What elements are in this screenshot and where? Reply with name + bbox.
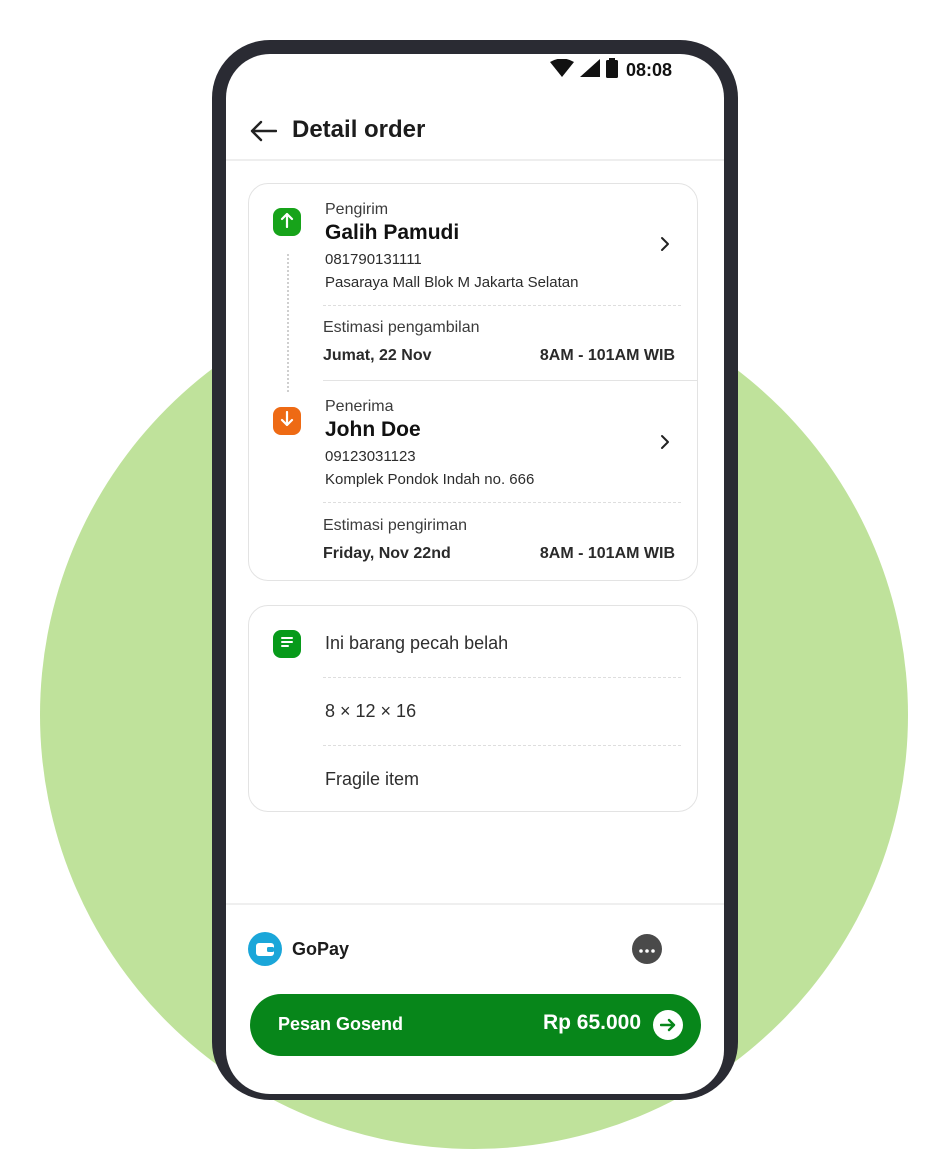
route-connector [287, 254, 289, 392]
status-bar: 08:08 [549, 57, 672, 83]
dropoff-arrow-down-icon [280, 410, 294, 432]
status-time: 08:08 [625, 59, 672, 80]
wifi-icon [549, 58, 574, 82]
back-button[interactable] [248, 118, 278, 148]
notes-pin [273, 630, 301, 658]
delivery-estimate-label: Estimasi pengiriman [323, 517, 468, 534]
recipient-label: Penerima [325, 398, 394, 415]
item-dimensions: 8 × 12 × 16 [325, 701, 417, 721]
chevron-right-icon[interactable] [657, 236, 673, 252]
more-dots-icon [639, 940, 655, 958]
order-button-label: Pesan Gosend [278, 1014, 404, 1034]
payment-method-row[interactable]: GoPay [248, 930, 668, 970]
pickup-pin [273, 208, 301, 236]
phone-screen: 08:08 Detail order Pengirim Galih Pamudi [226, 54, 724, 1094]
back-arrow-icon [249, 120, 278, 147]
signal-icon [579, 58, 600, 82]
pickup-estimate-label: Estimasi pengambilan [323, 319, 480, 336]
sender-section[interactable]: Pengirim Galih Pamudi 081790131111 Pasar… [325, 201, 681, 291]
notes-icon [280, 635, 294, 654]
payment-method-name: GoPay [292, 939, 350, 959]
battery-icon [605, 57, 618, 83]
more-options-button[interactable] [632, 934, 662, 964]
header-divider [226, 159, 724, 161]
delivery-estimate-time: 8AM - 101AM WIB [539, 545, 675, 562]
arrow-right-icon [653, 1010, 683, 1040]
page-title: Detail order [292, 116, 426, 143]
divider [323, 380, 697, 381]
pickup-estimate-date: Jumat, 22 Nov [323, 347, 432, 364]
item-details-card[interactable]: Ini barang pecah belah 8 × 12 × 16 Fragi… [248, 605, 698, 812]
phone-frame: 08:08 Detail order Pengirim Galih Pamudi [212, 40, 738, 1100]
divider [323, 305, 681, 306]
recipient-phone: 09123031123 [325, 448, 416, 465]
divider [323, 502, 681, 503]
sender-phone: 081790131111 [325, 251, 422, 268]
footer-divider [226, 903, 724, 905]
pickup-arrow-up-icon [280, 212, 294, 233]
app-bar: Detail order [226, 104, 724, 160]
item-description: Ini barang pecah belah [325, 633, 509, 653]
pickup-estimate-time: 8AM - 101AM WIB [539, 347, 675, 364]
route-card: Pengirim Galih Pamudi 081790131111 Pasar… [248, 183, 698, 581]
sender-address: Pasaraya Mall Blok M Jakarta Selatan [325, 274, 579, 291]
divider [323, 677, 681, 678]
item-category: Fragile item [325, 769, 420, 789]
recipient-address: Komplek Pondok Indah no. 666 [325, 471, 535, 488]
delivery-estimate-date: Friday, Nov 22nd [323, 545, 451, 562]
sender-name: Galih Pamudi [325, 221, 460, 244]
order-button[interactable]: Pesan Gosend Rp 65.000 [250, 994, 701, 1056]
chevron-right-icon[interactable] [657, 434, 673, 450]
recipient-section[interactable]: Penerima John Doe 09123031123 Komplek Po… [325, 398, 681, 488]
order-price: Rp 65.000 [542, 1011, 641, 1034]
sender-label: Pengirim [325, 201, 389, 218]
dropoff-pin [273, 407, 301, 435]
recipient-name: John Doe [325, 418, 421, 441]
divider [323, 745, 681, 746]
gopay-wallet-icon [248, 932, 282, 966]
